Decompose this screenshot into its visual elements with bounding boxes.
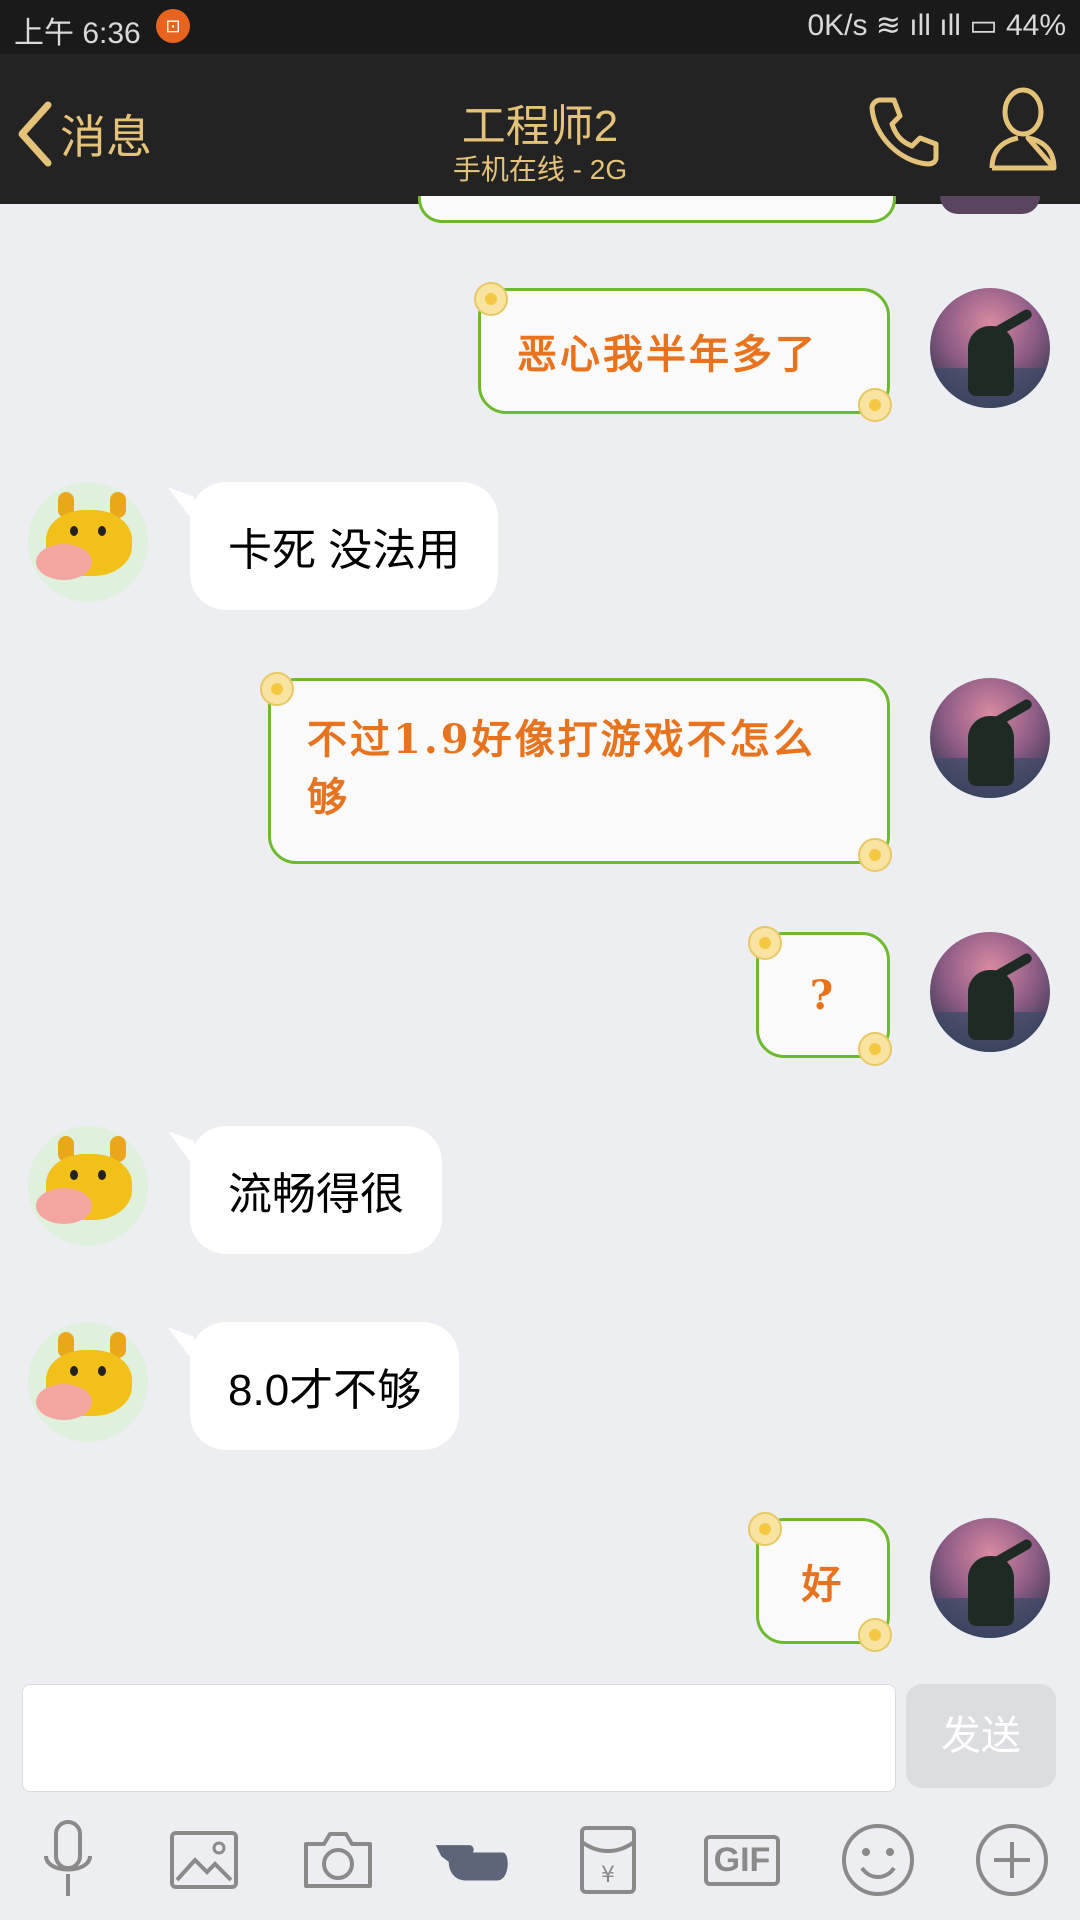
message-text: 卡死 没法用	[228, 526, 461, 575]
flower-decoration	[748, 1512, 782, 1546]
microphone-icon[interactable]	[28, 1820, 108, 1900]
send-button[interactable]: 发送	[906, 1684, 1056, 1788]
flower-decoration	[260, 672, 294, 706]
flower-decoration	[858, 388, 892, 422]
phone-icon[interactable]	[866, 92, 942, 168]
gif-icon[interactable]: GIF	[702, 1820, 782, 1900]
message-bubble-sent[interactable]: 不过1.9好像打游戏不怎么够	[268, 678, 890, 864]
avatar-partial	[940, 196, 1040, 214]
contact-profile-icon[interactable]	[988, 84, 1058, 174]
image-icon[interactable]	[164, 1820, 244, 1900]
flower-decoration	[748, 926, 782, 960]
my-avatar[interactable]	[930, 678, 1050, 798]
gif-label: GIF	[703, 1834, 781, 1886]
message-text: 流畅得很	[228, 1170, 404, 1219]
message-bubble-received[interactable]: 卡死 没法用	[190, 482, 499, 610]
my-avatar[interactable]	[930, 288, 1050, 408]
my-avatar[interactable]	[930, 932, 1050, 1052]
plus-icon[interactable]	[972, 1820, 1052, 1900]
message-text: 8.0才不够	[228, 1366, 422, 1415]
message-text: 好	[801, 1561, 845, 1608]
notification-icon: ⊡	[156, 9, 190, 43]
message-bubble-received[interactable]: 流畅得很	[190, 1126, 442, 1254]
red-packet-icon[interactable]: ¥	[568, 1820, 648, 1900]
message-input[interactable]	[22, 1684, 896, 1792]
flower-decoration	[858, 838, 892, 872]
message-bubble-sent[interactable]: 恶心我半年多了	[478, 288, 890, 414]
message-bubble-partial	[418, 196, 896, 223]
poke-icon[interactable]	[432, 1820, 512, 1900]
status-time: 上午 6:36	[14, 17, 141, 50]
message-text: 恶心我半年多了	[517, 331, 818, 378]
status-bar: 上午 6:36 ⊡ 0K/s ≋ ıll ıll ▭ 44%	[0, 0, 1080, 54]
camera-icon[interactable]	[298, 1820, 378, 1900]
input-toolbar: ¥ GIF	[0, 1800, 1080, 1920]
emoji-icon[interactable]	[838, 1820, 918, 1900]
contact-avatar[interactable]	[28, 1126, 148, 1246]
flower-decoration	[858, 1032, 892, 1066]
title-bar: 消息 工程师2 手机在线 - 2G	[0, 54, 1080, 204]
contact-avatar[interactable]	[28, 482, 148, 602]
message-text: ?	[809, 971, 837, 1019]
message-bubble-received[interactable]: 8.0才不够	[190, 1322, 460, 1450]
message-text: 不过1.9好像打游戏不怎么够	[307, 716, 816, 821]
flower-decoration	[858, 1618, 892, 1652]
flower-decoration	[474, 282, 508, 316]
my-avatar[interactable]	[930, 1518, 1050, 1638]
status-indicators: 0K/s ≋ ıll ıll ▭ 44%	[807, 9, 1066, 42]
contact-avatar[interactable]	[28, 1322, 148, 1442]
svg-text:¥: ¥	[601, 1863, 615, 1888]
